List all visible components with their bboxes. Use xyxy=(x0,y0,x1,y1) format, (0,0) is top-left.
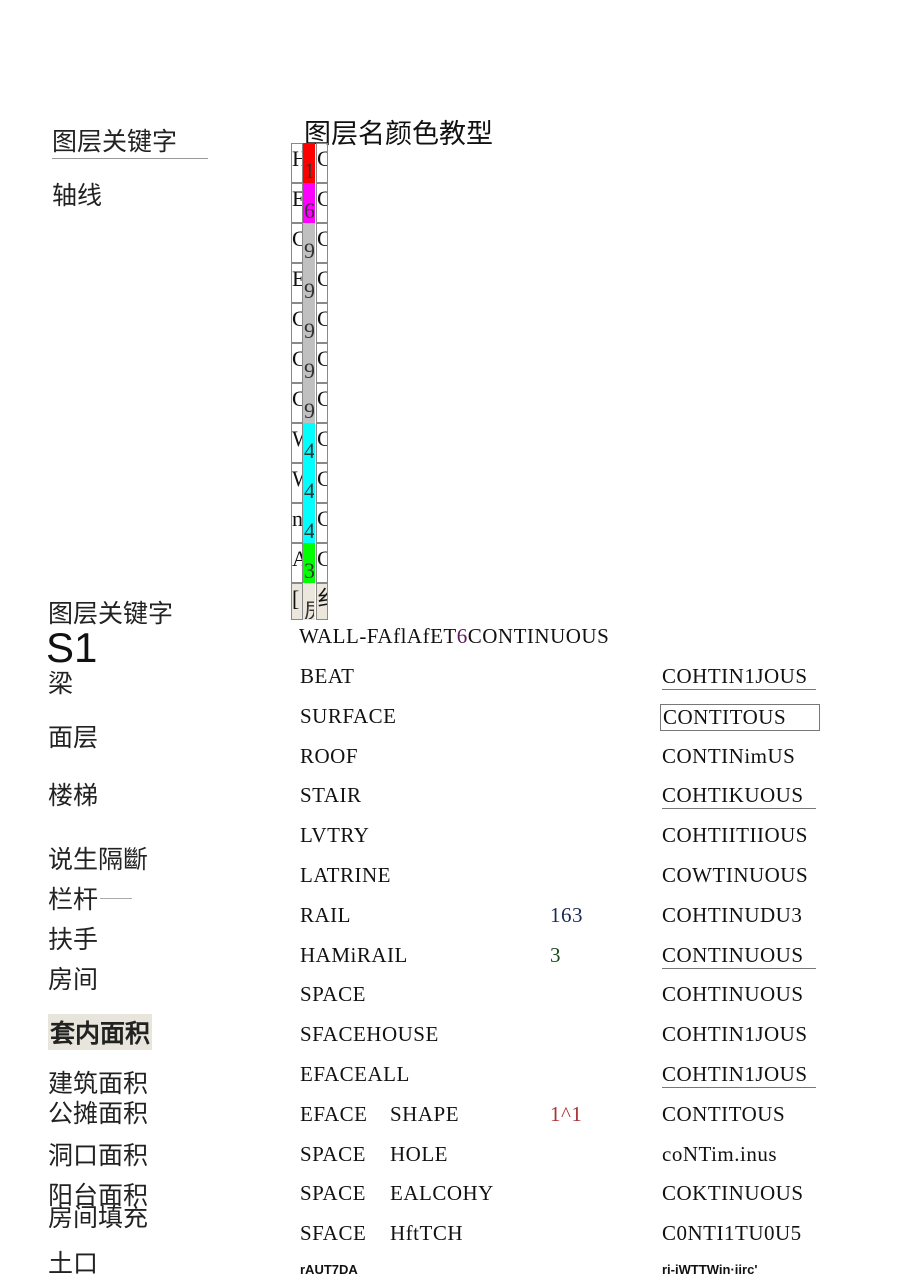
layer-keyword: 说生隔斷 xyxy=(48,845,149,874)
layer-name-cell: E xyxy=(291,183,303,223)
linetype: COHTIITIIOUS xyxy=(662,823,808,848)
layer-name-cell: C xyxy=(291,383,303,423)
layer-name: EFACE xyxy=(300,1101,368,1126)
color-cell: 9 xyxy=(303,343,315,383)
linetype-cell: C xyxy=(316,143,328,183)
footer-right: ri-iWTTWin·iirc' xyxy=(662,1262,758,1277)
linetype-cell: C xyxy=(316,303,328,343)
linetype: COHTIKUOUS xyxy=(662,783,816,810)
color-cell: 9 xyxy=(303,223,315,263)
layer-keyword: 面层 xyxy=(48,723,99,752)
linetype-cell: 纟 xyxy=(316,583,328,620)
wall-color: 6 xyxy=(456,624,468,648)
linetype-cell: C xyxy=(316,383,328,423)
layer-name: SURFACE xyxy=(300,703,397,728)
linetype-cell: C xyxy=(316,423,328,463)
layer-name-cell: [ xyxy=(291,583,303,620)
layer-keyword: 土口 xyxy=(48,1249,99,1278)
color-cell: 9 xyxy=(303,263,315,303)
layer-keyword-header: 图层关键字 xyxy=(52,127,178,156)
linetype-cell: C xyxy=(316,263,328,303)
layer-name: EFACEALL xyxy=(300,1062,410,1086)
linetype: COHTIN1JOUS xyxy=(662,1022,808,1047)
layer-name-cell: E xyxy=(291,263,303,303)
layer-name: SFACE xyxy=(300,1221,367,1246)
linetype: COWTINUOUS xyxy=(662,863,809,887)
dash xyxy=(100,898,132,899)
layer-name-cell: W xyxy=(291,423,303,463)
color-cell: 4 xyxy=(303,463,315,503)
document-page: 图层关键字 轴线 图层名颜色教型 H1CE6CC9CE9CC9CC9CC9CW4… xyxy=(0,0,920,1286)
color-number: 1^1 xyxy=(550,1101,583,1126)
color-cell: 4 xyxy=(303,423,315,463)
color-cell: 房 xyxy=(303,583,315,620)
linetype: COHTIN1JOUS xyxy=(662,664,816,690)
divider xyxy=(52,158,208,159)
linetype: COHTINUDU3 xyxy=(662,902,803,927)
linetype: C0NTI1TU0U5 xyxy=(662,1221,802,1246)
wall-line: WALL-FAflAfET6CONTINUOUS xyxy=(299,624,609,649)
layer-name: SFACEHOUSE xyxy=(300,1022,439,1047)
layer-name: HAMiRAIL xyxy=(300,942,408,967)
layer-name: SPACE xyxy=(300,1181,366,1206)
layer-name-suffix: EALCOHY xyxy=(390,1181,494,1206)
color-cell: 3 xyxy=(303,543,315,583)
color-number: 163 xyxy=(550,902,583,927)
layer-name-suffix: HftTCH xyxy=(390,1221,463,1246)
layer-name: SPACE xyxy=(300,1141,366,1166)
linetype: CONTINimUS xyxy=(662,743,796,768)
linetype: coNTim.inus xyxy=(662,1141,778,1166)
layer-name-cell: C xyxy=(291,303,303,343)
linetype: CONTITOUS xyxy=(660,703,820,731)
layer-keyword: 套内面积 xyxy=(48,1014,153,1050)
layer-name-cell: C xyxy=(291,343,303,383)
linetype-cell: C xyxy=(316,223,328,263)
layer-keyword: 房间填充 xyxy=(48,1203,149,1232)
layer-keyword: 房间 xyxy=(48,965,99,994)
layer-keyword: 扶手 xyxy=(48,925,99,954)
linetype: COKTINUOUS xyxy=(662,1181,804,1206)
color-number: 3 xyxy=(550,942,561,967)
layer-name-cell: n xyxy=(291,503,303,543)
layer-name: BEAT xyxy=(300,664,355,688)
color-cell: 1 xyxy=(303,143,315,183)
linetype-cell: C xyxy=(316,543,328,583)
layer-name-cell: H xyxy=(291,143,303,183)
layer-keyword: 公摊面积 xyxy=(48,1099,149,1128)
linetype: CONTITOUS xyxy=(662,1101,786,1126)
layer-name: ROOF xyxy=(300,743,359,768)
layer-name-cell: W xyxy=(291,463,303,503)
linetype: COHTIN1JOUS xyxy=(662,1062,816,1088)
layer-name: LATRINE xyxy=(300,863,391,887)
layer-keyword: 洞口面积 xyxy=(48,1141,149,1170)
footer-left: rAUT7DA xyxy=(300,1262,358,1277)
layer-keyword: 楼梯 xyxy=(48,781,99,810)
linetype-cell: C xyxy=(316,463,328,503)
linetype-cell: C xyxy=(316,343,328,383)
layer-name: STAIR xyxy=(300,783,362,808)
linetype-cell: C xyxy=(316,183,328,223)
layer-name-suffix: SHAPE xyxy=(390,1101,460,1126)
color-cell: 9 xyxy=(303,383,315,423)
layer-name-cell: A xyxy=(291,543,303,583)
layer-name: RAIL xyxy=(300,902,351,927)
linetype-cell: C xyxy=(316,503,328,543)
color-cell: 4 xyxy=(303,503,315,543)
axis-line-label: 轴线 xyxy=(52,181,103,210)
layer-name-cell: C xyxy=(291,223,303,263)
linetype: COHTINUOUS xyxy=(662,982,804,1007)
layer-name: SPACE xyxy=(300,982,366,1007)
table-header: 图层名颜色教型 xyxy=(304,119,493,150)
wall-ltype: CONTINUOUS xyxy=(467,624,610,648)
linetype: CONTINUOUS xyxy=(662,943,816,969)
color-cell: 9 xyxy=(303,303,315,343)
wall-name: WALL-FAflAfET xyxy=(299,624,457,648)
layer-name-suffix: HOLE xyxy=(390,1141,448,1166)
layer-keyword: 栏杆 xyxy=(48,885,99,914)
color-cell: 6 xyxy=(303,183,315,223)
layer-name: LVTRY xyxy=(300,823,370,848)
layer-keyword: 梁 xyxy=(48,669,74,698)
